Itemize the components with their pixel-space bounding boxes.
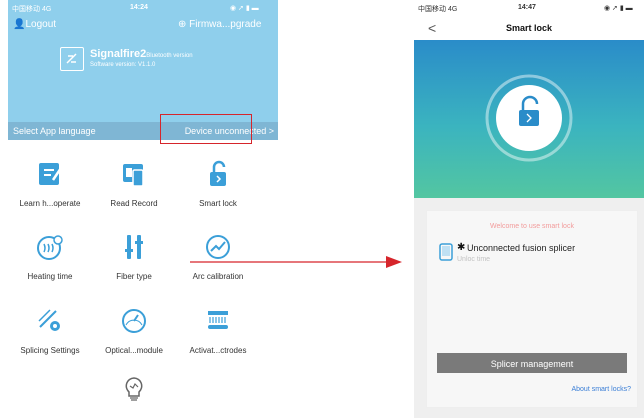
device-subtext: Unloc time — [457, 256, 491, 263]
lock-circle-icon — [485, 74, 573, 162]
right-phone-screen: 中国移动 4G 14:47 ◉ ➚ ▮ ▬ < Smart lock Welco… — [414, 0, 644, 418]
bluetooth-icon: ✱ — [457, 242, 466, 253]
heating-icon — [37, 235, 63, 260]
firmware-upgrade-link[interactable]: ⊕ Firmwa...pgrade — [178, 19, 261, 30]
device-name: Unconnected fusion splicer — [467, 243, 576, 253]
learn-icon — [39, 163, 63, 185]
splicer-management-button[interactable]: Splicer management — [437, 353, 627, 373]
status-icons: ◉ ➚ ▮ ▬ — [604, 5, 633, 12]
tile-splicing-settings[interactable]: Splicing Settings — [8, 307, 92, 355]
left-phone-screen: 中国移动 4G 14:24 ◉ ➚ ▮ ▬ 👤Logout ⊕ Firmwa..… — [8, 0, 278, 418]
status-icons: ◉ ➚ ▮ ▬ — [230, 5, 259, 12]
app-name: Signalfire2Bluetooth version — [90, 48, 193, 60]
electrode-icon — [208, 311, 228, 329]
lock-card: Welcome to use smart lock ✱ Unconnected … — [426, 210, 638, 408]
phone-icon — [439, 243, 453, 261]
about-smart-locks-link[interactable]: About smart locks? — [571, 386, 631, 393]
bulb-icon — [125, 377, 143, 401]
fiber-icon — [125, 235, 143, 259]
tile-activate-electrodes[interactable]: Activat...ctrodes — [176, 307, 260, 355]
logout-link[interactable]: 👤Logout — [13, 19, 56, 30]
tile-bulb[interactable] — [92, 375, 176, 414]
tile-read-record[interactable]: Read Record — [92, 160, 176, 208]
tile-fiber-type[interactable]: Fiber type — [92, 233, 176, 281]
software-version: Software version: V1.1.0 — [90, 62, 156, 68]
tile-optical-module[interactable]: Optical...module — [92, 307, 176, 355]
nav-bar: < Smart lock — [414, 18, 644, 40]
splicing-icon — [38, 309, 60, 331]
status-bar: 中国移动 4G 14:47 ◉ ➚ ▮ ▬ — [414, 0, 644, 18]
page-title: Smart lock — [505, 23, 553, 33]
status-signal: 中国移动 4G — [418, 6, 458, 13]
transition-arrow — [190, 256, 402, 268]
tile-heating-time[interactable]: Heating time — [8, 233, 92, 281]
optical-icon — [122, 309, 146, 333]
lock-icon — [210, 160, 226, 186]
highlight-box — [160, 114, 252, 144]
logo-icon — [60, 47, 84, 71]
status-time: 14:47 — [518, 4, 536, 11]
record-icon — [123, 164, 144, 187]
app-logo-block: Signalfire2Bluetooth version Software ve… — [60, 47, 240, 97]
user-icon: 👤 — [13, 19, 26, 30]
upload-icon: ⊕ — [178, 19, 187, 30]
language-selector[interactable]: Select App language — [13, 126, 96, 136]
status-time: 14:24 — [130, 4, 148, 11]
tile-learn[interactable]: Learn h...operate — [8, 160, 92, 208]
tile-smart-lock[interactable]: Smart lock — [176, 160, 260, 208]
welcome-text: Welcome to use smart lock — [490, 223, 574, 230]
status-signal: 中国移动 4G — [12, 6, 52, 13]
lock-hero — [414, 40, 644, 198]
